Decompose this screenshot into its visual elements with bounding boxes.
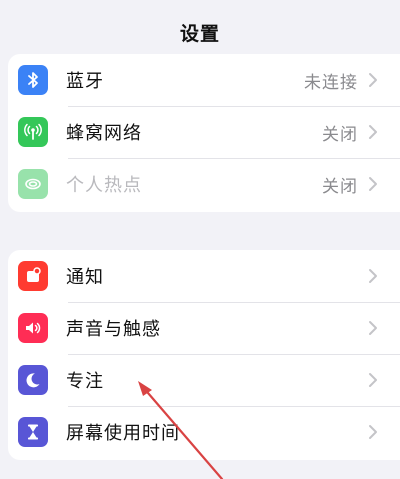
cellular-icon <box>18 117 48 147</box>
chevron-right-icon <box>369 177 377 191</box>
row-value: 关闭 <box>322 176 358 197</box>
row-label: 蓝牙 <box>66 71 104 92</box>
settings-row-bluetooth[interactable]: 蓝牙 未连接 <box>8 54 400 106</box>
hotspot-icon <box>18 169 48 199</box>
row-label: 蜂窝网络 <box>66 123 142 144</box>
moon-icon <box>18 365 48 395</box>
bluetooth-icon <box>18 65 48 95</box>
row-label: 通知 <box>66 267 104 288</box>
settings-row-notifications[interactable]: 通知 <box>8 250 400 302</box>
settings-row-cellular[interactable]: 蜂窝网络 关闭 <box>8 106 400 158</box>
settings-row-screen-time[interactable]: 屏幕使用时间 <box>8 406 400 458</box>
row-value: 未连接 <box>304 72 358 93</box>
chevron-right-icon <box>369 373 377 387</box>
settings-group-connectivity: 蓝牙 未连接 蜂窝网络 关闭 个人热点 关闭 <box>8 54 400 212</box>
chevron-right-icon <box>369 73 377 87</box>
row-label: 个人热点 <box>66 175 142 196</box>
chevron-right-icon <box>369 425 377 439</box>
settings-row-focus[interactable]: 专注 <box>8 354 400 406</box>
settings-row-sounds[interactable]: 声音与触感 <box>8 302 400 354</box>
settings-row-hotspot[interactable]: 个人热点 关闭 <box>8 158 400 210</box>
bell-icon <box>18 261 48 291</box>
hourglass-icon <box>18 417 48 447</box>
row-label: 声音与触感 <box>66 319 161 340</box>
chevron-right-icon <box>369 125 377 139</box>
page-title: 设置 <box>179 22 220 45</box>
row-label: 屏幕使用时间 <box>66 423 180 444</box>
settings-group-notifications: 通知 声音与触感 专注 屏幕使用时间 <box>8 250 400 460</box>
row-label: 专注 <box>66 371 104 392</box>
speaker-icon <box>18 313 48 343</box>
nav-bar: 设置 <box>0 0 400 56</box>
chevron-right-icon <box>369 269 377 283</box>
chevron-right-icon <box>369 321 377 335</box>
row-value: 关闭 <box>322 124 358 145</box>
